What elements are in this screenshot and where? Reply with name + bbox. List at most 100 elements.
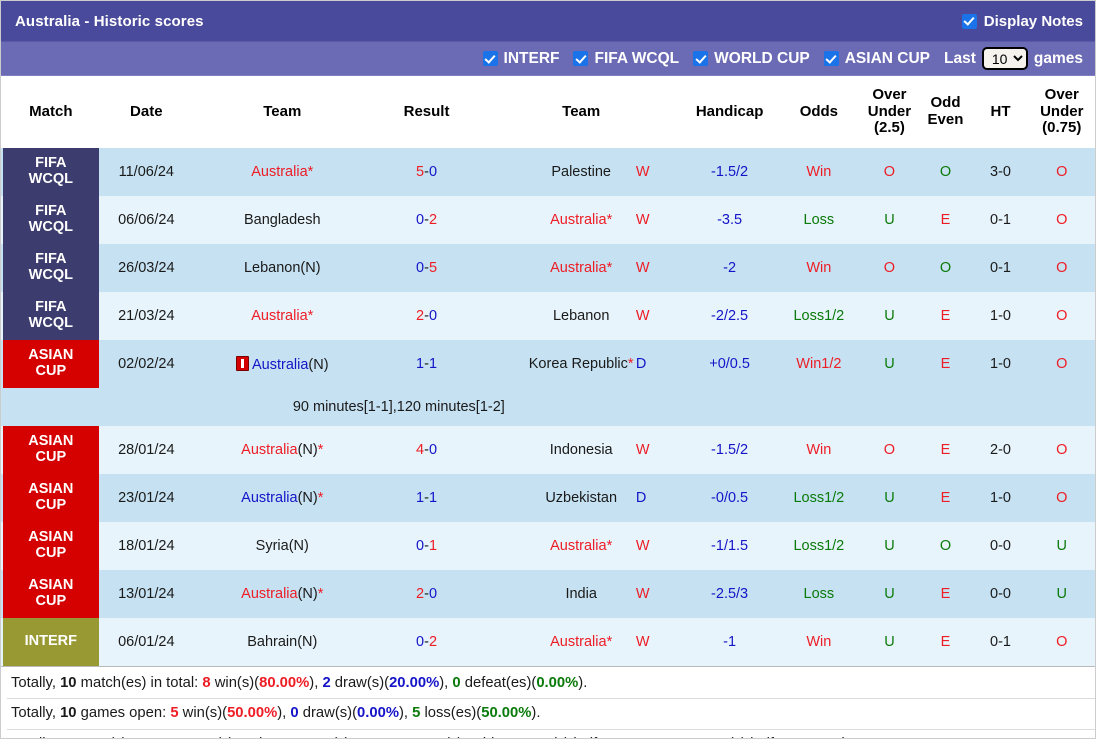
- result-score: 0-2: [372, 196, 481, 244]
- sum1-mid6: defeat(es)(: [460, 675, 537, 691]
- col-home-team[interactable]: Team: [191, 76, 373, 148]
- filter-world-cup[interactable]: WORLD CUP: [693, 50, 810, 68]
- handicap-result: W -1.5/2: [636, 148, 778, 196]
- table-row[interactable]: FIFA WCQL 26/03/24 Lebanon(N) 0-5 Australia* W…: [1, 244, 1095, 292]
- result-score: 5-0: [372, 148, 481, 196]
- col-match[interactable]: Match: [1, 76, 101, 148]
- away-team-cell[interactable]: Uzbekistan: [480, 474, 682, 522]
- col-over-under-075[interactable]: Over Under (0.75): [1028, 76, 1095, 148]
- away-team-cell[interactable]: India: [480, 570, 682, 618]
- home-team-cell[interactable]: Lebanon(N): [191, 244, 373, 292]
- table-row[interactable]: FIFA WCQL 06/06/24 Bangladesh 0-2 Australia* W…: [1, 196, 1095, 244]
- filter-asian-cup-checkbox[interactable]: [823, 51, 839, 66]
- col-date[interactable]: Date: [100, 76, 192, 148]
- half-time-score: 0-1: [972, 196, 1029, 244]
- table-row[interactable]: FIFA WCQL 21/03/24 Australia* 2-0 Lebanon W -2/…: [1, 292, 1095, 340]
- score-away: 1: [428, 490, 438, 506]
- summary-line-open: Totally, 10 games open: 5 win(s)(50.00%)…: [7, 699, 1095, 730]
- table-row[interactable]: ASIAN CUP 02/02/24 Australia(N) 1-1 Korea Rep…: [1, 340, 1095, 388]
- col-away-team[interactable]: Team: [480, 76, 682, 148]
- odd-even-value: E: [918, 292, 973, 340]
- away-team-cell[interactable]: Australia*: [480, 196, 682, 244]
- table-row[interactable]: ASIAN CUP 28/01/24 Australia(N)* 4-0 Indonesi…: [1, 426, 1095, 474]
- filter-interf-checkbox[interactable]: [482, 51, 498, 66]
- table-row[interactable]: FIFA WCQL 11/06/24 Australia* 5-0 Palestine W -…: [1, 148, 1095, 196]
- over-under-25-value: U: [860, 340, 919, 388]
- handicap-result: D -0/0.5: [636, 474, 778, 522]
- col-ht[interactable]: HT: [972, 76, 1029, 148]
- handicap-result: W -1: [636, 618, 778, 666]
- score-away: 5: [428, 260, 438, 276]
- match-date: 06/06/24: [100, 196, 192, 244]
- over-under-075-value: O: [1028, 426, 1095, 474]
- col-result[interactable]: Result: [372, 76, 481, 148]
- match-type-cell[interactable]: INTERF: [1, 618, 101, 666]
- match-type-cell[interactable]: FIFA WCQL: [1, 292, 101, 340]
- match-type-cell[interactable]: FIFA WCQL: [1, 148, 101, 196]
- col-ou25-l2: Under: [867, 102, 912, 120]
- match-type-cell[interactable]: FIFA WCQL: [1, 196, 101, 244]
- home-team-cell[interactable]: Syria(N): [191, 522, 373, 570]
- away-team-cell[interactable]: Australia*: [480, 618, 682, 666]
- col-odd-even[interactable]: Odd Even: [918, 76, 973, 148]
- match-type-badge: ASIAN CUP: [3, 474, 99, 522]
- away-team-cell[interactable]: Korea Republic*: [480, 340, 682, 388]
- over-under-075-value: U: [1028, 570, 1095, 618]
- table-row[interactable]: ASIAN CUP 18/01/24 Syria(N) 0-1 Australia* W -1…: [1, 522, 1095, 570]
- home-team-cell[interactable]: Australia(N)*: [191, 570, 373, 618]
- home-team-cell[interactable]: Australia*: [191, 292, 373, 340]
- match-type-cell[interactable]: ASIAN CUP: [1, 340, 101, 388]
- col-over-under-25[interactable]: Over Under (2.5): [860, 76, 919, 148]
- odd-even-value: O: [918, 522, 973, 570]
- away-team-cell[interactable]: Australia*: [480, 522, 682, 570]
- over-under-25-value: U: [860, 292, 919, 340]
- filter-interf[interactable]: INTERF: [482, 50, 559, 68]
- home-team-cell[interactable]: Australia(N)*: [191, 474, 373, 522]
- result-score: 4-0: [372, 426, 481, 474]
- away-team-cell[interactable]: Lebanon: [480, 292, 682, 340]
- home-team-cell[interactable]: Bangladesh: [191, 196, 373, 244]
- filter-fifa-wcql[interactable]: FIFA WCQL: [573, 50, 679, 68]
- display-notes-control[interactable]: Display Notes: [961, 13, 1083, 30]
- filter-fifa-wcql-checkbox[interactable]: [573, 51, 589, 66]
- wdl-indicator: W: [635, 538, 650, 554]
- away-team-cell[interactable]: Australia*: [480, 244, 682, 292]
- home-team-cell[interactable]: Australia(N)*: [191, 426, 373, 474]
- games-count-select[interactable]: 10203050: [981, 47, 1028, 70]
- ou075-letter: O: [1056, 164, 1068, 180]
- home-team-cell[interactable]: Bahrain(N): [191, 618, 373, 666]
- home-team-cell[interactable]: Australia*: [191, 148, 373, 196]
- odds-result: Loss1/2: [777, 474, 861, 522]
- table-row[interactable]: ASIAN CUP 13/01/24 Australia(N)* 2-0 India W -2…: [1, 570, 1095, 618]
- col-handicap[interactable]: Handicap: [681, 76, 778, 148]
- table-row[interactable]: ASIAN CUP 23/01/24 Australia(N)* 1-1 Uzbekist…: [1, 474, 1095, 522]
- match-type-cell[interactable]: ASIAN CUP: [1, 522, 101, 570]
- sum1-mid5: ),: [439, 675, 453, 691]
- handicap-result: D +0/0.5: [636, 340, 778, 388]
- match-date: 06/01/24: [100, 618, 192, 666]
- match-type-cell[interactable]: ASIAN CUP: [1, 426, 101, 474]
- home-team-cell[interactable]: Australia(N): [191, 340, 373, 388]
- score-home: 4: [416, 442, 425, 458]
- match-type-cell[interactable]: ASIAN CUP: [1, 570, 101, 618]
- filter-asian-cup[interactable]: ASIAN CUP: [823, 50, 930, 68]
- match-type-cell[interactable]: ASIAN CUP: [1, 474, 101, 522]
- away-team-cell[interactable]: Indonesia: [480, 426, 682, 474]
- games-label: games: [1033, 49, 1083, 67]
- odd-even-value: O: [918, 244, 973, 292]
- filter-world-cup-checkbox[interactable]: [693, 51, 709, 66]
- sum1-defeats: 0: [452, 675, 461, 691]
- away-team-cell[interactable]: Palestine: [480, 148, 682, 196]
- match-type-cell[interactable]: FIFA WCQL: [1, 244, 101, 292]
- half-time-score: 2-0: [972, 426, 1029, 474]
- table-row[interactable]: INTERF 06/01/24 Bahrain(N) 0-2 Australia* W -1…: [1, 618, 1095, 666]
- sum2-total: 10: [60, 705, 77, 722]
- over-under-25-value: U: [860, 618, 919, 666]
- summary-section: Totally, 10 match(es) in total: 8 win(s)…: [1, 666, 1095, 738]
- col-ou075-l3: (0.75): [1042, 119, 1082, 137]
- handicap-result: W -3.5: [636, 196, 778, 244]
- display-notes-checkbox[interactable]: [961, 13, 977, 29]
- half-time-score: 1-0: [972, 340, 1029, 388]
- sum1-suffix: ).: [578, 675, 588, 691]
- col-odds[interactable]: Odds: [777, 76, 861, 148]
